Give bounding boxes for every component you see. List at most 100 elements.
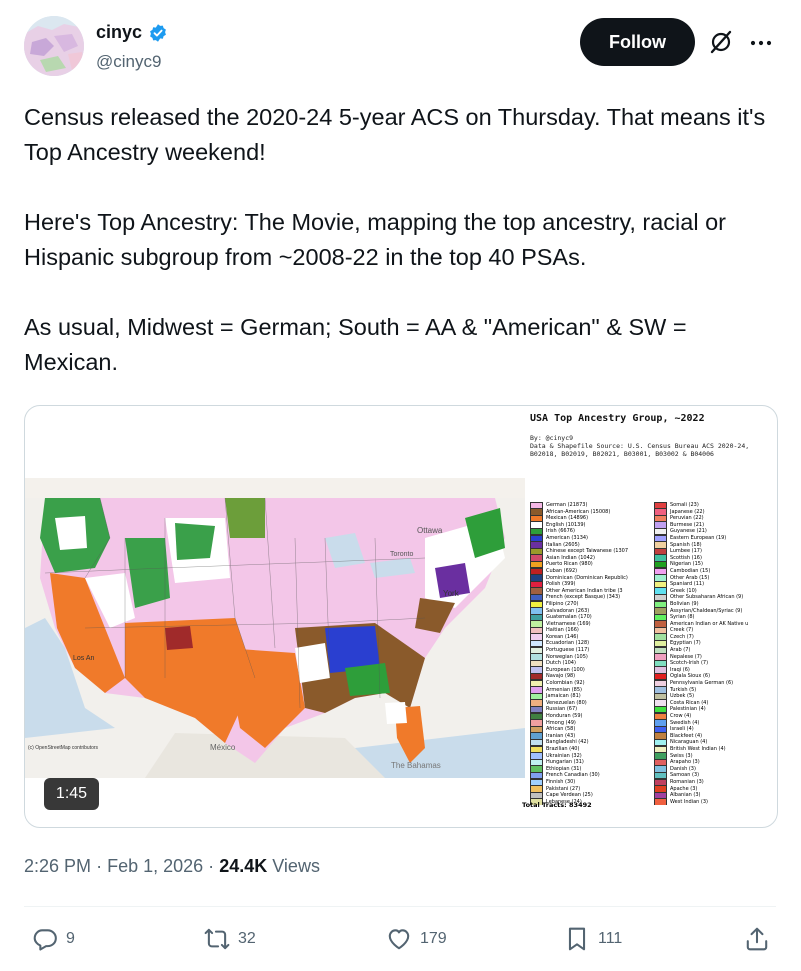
author-display-name[interactable]: cinyc	[96, 22, 142, 43]
legend-item: Pennsylvania German (6)	[654, 680, 772, 687]
legend-swatch	[654, 680, 667, 687]
reply-icon	[33, 929, 57, 951]
legend-item: Brazilian (40)	[530, 745, 648, 753]
tweet-time[interactable]: 2:26 PM	[24, 856, 91, 876]
legend-swatch	[530, 502, 543, 509]
tweet-date[interactable]: Feb 1, 2026	[107, 856, 203, 876]
legend-label: Crow (4)	[670, 713, 692, 719]
legend-label: Czech (7)	[670, 633, 694, 640]
legend-swatch	[654, 759, 667, 766]
legend-swatch	[654, 548, 667, 555]
place-label-mexico: México	[210, 743, 236, 752]
legend-swatch	[530, 765, 543, 773]
legend-item: Crow (4)	[654, 713, 772, 720]
legend-label: Italian (2605)	[546, 541, 580, 548]
legend-label: Pennsylvania German (6)	[670, 680, 734, 687]
legend-swatch	[530, 541, 543, 549]
legend-label: Scotch-Irish (7)	[670, 660, 709, 667]
legend-item: Hungarian (31)	[530, 759, 648, 766]
legend-label: Iranian (43)	[546, 732, 576, 739]
legend-item: Nigerian (15)	[654, 561, 772, 568]
legend-label: Turkish (5)	[670, 686, 697, 693]
legend-label: Cambodian (15)	[670, 567, 711, 574]
legend-label: Somali (23)	[670, 502, 699, 508]
legend-item: Israeli (4)	[654, 726, 772, 733]
legend-item: Colombian (92)	[530, 680, 648, 687]
legend-swatch	[530, 699, 543, 707]
legend-item: French Canadian (30)	[530, 772, 648, 779]
legend-swatch	[654, 508, 667, 516]
share-button[interactable]	[744, 926, 770, 952]
follow-button[interactable]: Follow	[580, 18, 695, 66]
place-label-york: York	[443, 589, 460, 598]
legend-label: Puerto Rican (980)	[546, 561, 593, 568]
legend-label: Oglala Sioux (6)	[670, 673, 711, 680]
legend-swatch	[654, 574, 667, 582]
legend-swatch	[654, 581, 667, 588]
legend-item: English (10139)	[530, 521, 648, 529]
legend-swatch	[530, 620, 543, 628]
legend-swatch	[654, 554, 667, 562]
legend-label: Portuguese (117)	[546, 647, 590, 654]
legend-item: Danish (3)	[654, 765, 772, 773]
legend-swatch	[654, 706, 667, 713]
more-icon[interactable]	[748, 30, 774, 56]
bookmark-button[interactable]: 111	[564, 926, 622, 952]
meta-separator: ·	[96, 856, 103, 876]
legend-swatch	[654, 699, 667, 707]
legend-item: Other Subsaharan African (9)	[654, 594, 772, 601]
legend-swatch	[654, 502, 667, 509]
repost-button[interactable]: 32	[204, 926, 256, 952]
legend-swatch	[530, 554, 543, 562]
grok-icon[interactable]	[708, 29, 734, 55]
like-button[interactable]: 179	[386, 926, 447, 952]
legend-swatch	[654, 693, 667, 700]
legend-label: Swedish (4)	[670, 719, 700, 726]
legend-item: Bangladeshi (42)	[530, 739, 648, 746]
legend-item: Iranian (43)	[530, 732, 648, 740]
legend-item: African-American (15008)	[530, 508, 648, 516]
legend-swatch	[654, 792, 667, 799]
legend-item: Spaniard (11)	[654, 581, 772, 588]
avatar[interactable]	[24, 16, 84, 76]
author-handle[interactable]: @cinyc9	[96, 52, 161, 72]
author-name-row: cinyc	[96, 22, 168, 43]
legend-item: Swedish (4)	[654, 719, 772, 727]
reply-button[interactable]: 9	[32, 926, 75, 952]
legend-swatch	[530, 548, 543, 555]
legend-item: Other American Indian tribe (3	[530, 587, 648, 595]
legend-swatch	[530, 759, 543, 766]
legend-swatch	[654, 640, 667, 648]
like-icon	[388, 929, 410, 950]
legend-item: Arab (7)	[654, 647, 772, 654]
legend-swatch	[530, 726, 543, 733]
legend-item: Mexican (14896)	[530, 515, 648, 522]
legend-label: Dominican (Dominican Republic)	[546, 574, 628, 581]
legend-swatch	[530, 561, 543, 568]
legend-label: Albanian (3)	[670, 792, 701, 799]
legend-item: Iraqi (6)	[654, 666, 772, 674]
legend-swatch	[654, 600, 667, 608]
legend-item: Venezuelan (80)	[530, 699, 648, 707]
place-label-toronto: Toronto	[390, 551, 413, 558]
legend-label: Arab (7)	[670, 647, 691, 654]
legend-label: Other American Indian tribe (3	[546, 587, 623, 594]
legend-label: Arapaho (3)	[670, 759, 700, 766]
legend-item: Vietnamese (169)	[530, 620, 648, 628]
legend-swatch	[530, 706, 543, 713]
legend-label: Samoan (3)	[670, 772, 700, 779]
legend-label: Norwegian (105)	[546, 653, 588, 660]
video-player[interactable]: Ottawa Toronto York Los An México The Ba…	[24, 405, 778, 828]
legend-label: Peruvian (22)	[670, 515, 704, 522]
legend-label: West Indian (3)	[670, 798, 708, 805]
ancestry-map: Ottawa Toronto York Los An México The Ba…	[25, 478, 525, 778]
legend-label: American (3134)	[546, 534, 589, 541]
legend-item: Nepalese (7)	[654, 653, 772, 661]
legend-swatch	[654, 666, 667, 674]
legend-item: Assyrian/Chaldean/Syriac (9)	[654, 607, 772, 615]
legend-item: Spanish (18)	[654, 541, 772, 549]
legend-label: Hungarian (31)	[546, 759, 584, 766]
legend-label: German (21873)	[546, 502, 588, 508]
legend-item: Puerto Rican (980)	[530, 561, 648, 568]
map-avatar-image	[24, 16, 84, 76]
